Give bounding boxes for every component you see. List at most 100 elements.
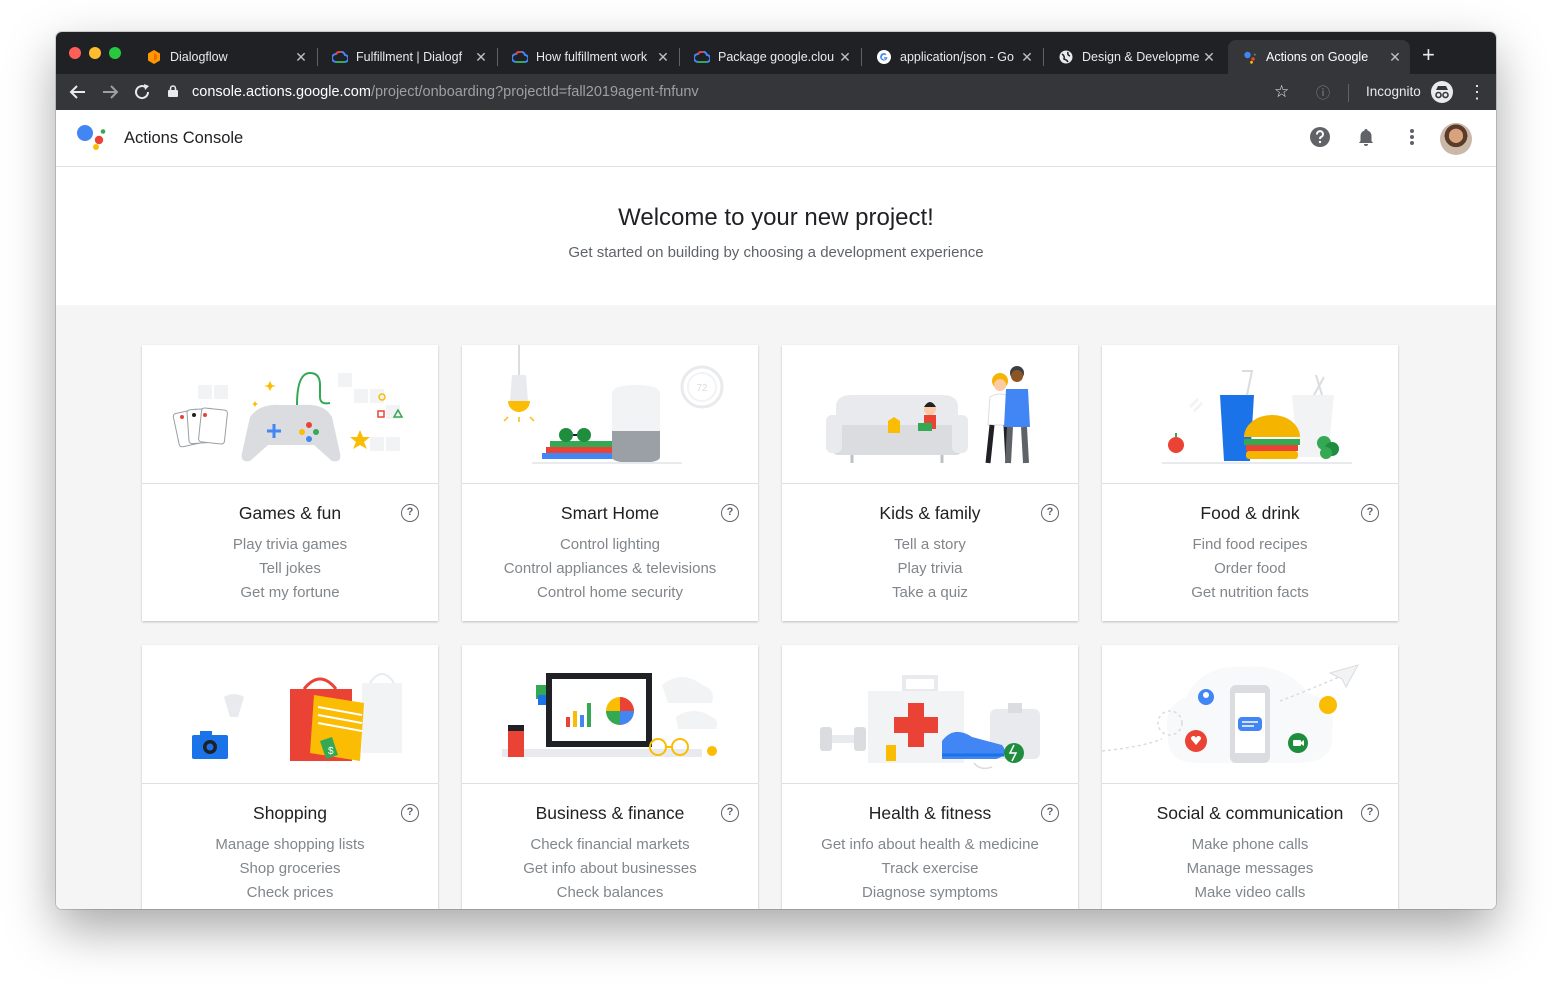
card-example: Track exercise xyxy=(881,860,979,877)
tab-how-fulfillment-works[interactable]: How fulfillment work ✕ xyxy=(498,40,678,74)
welcome-section: Welcome to your new project! Get started… xyxy=(56,167,1496,305)
help-circle-icon[interactable]: ? xyxy=(721,504,739,522)
card-example: Get nutrition facts xyxy=(1191,584,1309,601)
card-example: Get my fortune xyxy=(240,584,340,601)
help-circle-icon[interactable]: ? xyxy=(1041,504,1059,522)
card-example: Order food xyxy=(1214,560,1286,577)
tab-close-icon[interactable]: ✕ xyxy=(654,49,672,66)
card-title: Business & finance xyxy=(535,803,685,823)
social-illustration xyxy=(1101,645,1398,784)
bookmark-star-icon[interactable]: ☆ xyxy=(1274,82,1289,102)
tab-close-icon[interactable]: ✕ xyxy=(1018,49,1036,66)
tab-package-google-cloud[interactable]: Package google.clou ✕ xyxy=(680,40,860,74)
incognito-icon[interactable] xyxy=(1431,81,1453,103)
tab-strip: Dialogflow ✕ Fulfillment | Dialogf ✕ How… xyxy=(56,32,1496,74)
card-example: Tell a story xyxy=(894,536,966,553)
minimize-window-button[interactable] xyxy=(89,47,101,59)
tab-title: Design & Developme xyxy=(1082,50,1200,64)
card-example: Check balances xyxy=(556,884,664,901)
browser-toolbar: console.actions.google.com/project/onboa… xyxy=(56,74,1496,110)
arrow-right-icon xyxy=(103,85,119,99)
help-icon[interactable] xyxy=(1310,127,1330,147)
card-example: Take a quiz xyxy=(892,584,968,601)
zoom-window-button[interactable] xyxy=(109,47,121,59)
tab-fulfillment[interactable]: Fulfillment | Dialogf ✕ xyxy=(318,40,496,74)
card-example: Find food recipes xyxy=(1192,536,1308,553)
assistant-logo-icon xyxy=(77,125,106,150)
address-bar[interactable]: console.actions.google.com/project/onboa… xyxy=(168,78,1368,106)
help-circle-icon[interactable]: ? xyxy=(1041,804,1059,822)
more-options-icon[interactable] xyxy=(1402,127,1422,147)
welcome-subtitle: Get started on building by choosing a de… xyxy=(568,244,984,261)
browser-window: Dialogflow ✕ Fulfillment | Dialogf ✕ How… xyxy=(56,32,1496,909)
arrow-left-icon xyxy=(69,85,85,99)
tab-title: Package google.clou xyxy=(718,50,835,64)
help-circle-icon[interactable]: ? xyxy=(401,804,419,822)
tab-title: Fulfillment | Dialogf xyxy=(356,50,463,64)
card-title: Shopping xyxy=(253,803,327,823)
card-example: Play trivia xyxy=(897,560,963,577)
category-card-shopping[interactable]: $ Shopping ? Manage shopping lists Shop … xyxy=(142,645,438,909)
user-avatar[interactable] xyxy=(1440,123,1472,155)
card-example: Manage messages xyxy=(1186,860,1314,877)
app-header: Actions Console xyxy=(56,110,1496,167)
help-circle-icon[interactable]: ? xyxy=(401,504,419,522)
extension-icon[interactable]: ⓘ xyxy=(1316,83,1330,103)
back-button[interactable] xyxy=(67,81,89,103)
dialogflow-icon xyxy=(146,49,162,65)
assistant-icon xyxy=(1242,49,1258,65)
forward-button[interactable] xyxy=(99,81,121,103)
welcome-title: Welcome to your new project! xyxy=(618,204,934,231)
card-example: Control lighting xyxy=(559,536,661,553)
reload-icon xyxy=(135,84,150,100)
food-illustration xyxy=(1102,345,1398,484)
google-icon xyxy=(876,49,892,65)
card-example: Shop groceries xyxy=(239,860,341,877)
tab-actions-on-google[interactable]: Actions on Google ✕ xyxy=(1228,40,1410,74)
google-cloud-icon xyxy=(694,49,710,65)
card-example: Get info about health & medicine xyxy=(821,836,1039,853)
help-circle-icon[interactable]: ? xyxy=(1361,804,1379,822)
card-title: Games & fun xyxy=(238,503,342,523)
close-window-button[interactable] xyxy=(69,47,81,59)
tab-close-icon[interactable]: ✕ xyxy=(1386,49,1404,66)
category-card-smart-home[interactable]: 72 Smart Home ? Control lighting Control… xyxy=(462,345,758,621)
app-title: Actions Console xyxy=(124,129,244,147)
card-example: Control appliances & televisions xyxy=(503,560,717,577)
card-example: Play trivia games xyxy=(232,536,348,553)
help-circle-icon[interactable]: ? xyxy=(721,804,739,822)
tab-close-icon[interactable]: ✕ xyxy=(1200,49,1218,66)
health-illustration xyxy=(782,645,1078,784)
category-card-health[interactable]: Health & fitness ? Get info about health… xyxy=(782,645,1078,909)
category-card-kids[interactable]: Kids & family ? Tell a story Play trivia… xyxy=(782,345,1078,621)
card-example: Control home security xyxy=(537,584,683,601)
card-title: Social & communication xyxy=(1156,803,1344,823)
tab-application-json[interactable]: application/json - Go ✕ xyxy=(862,40,1042,74)
tab-close-icon[interactable]: ✕ xyxy=(472,49,490,66)
reload-button[interactable] xyxy=(131,81,153,103)
tab-title: How fulfillment work xyxy=(536,50,648,64)
help-circle-icon[interactable]: ? xyxy=(1361,504,1379,522)
kids-illustration xyxy=(782,345,1078,484)
category-card-games[interactable]: Games & fun ? Play trivia games Tell jok… xyxy=(142,345,438,621)
browser-menu-icon[interactable]: ⋮ xyxy=(1468,81,1486,103)
url-host: console.actions.google.com xyxy=(192,84,371,100)
shopping-illustration: $ xyxy=(142,645,438,784)
tab-title: Dialogflow xyxy=(170,50,228,64)
category-card-business[interactable]: Business & finance ? Check financial mar… xyxy=(462,645,758,909)
svg-text:72: 72 xyxy=(696,383,708,394)
tab-close-icon[interactable]: ✕ xyxy=(292,49,310,66)
card-title: Kids & family xyxy=(879,503,981,523)
card-example: Check prices xyxy=(246,884,334,901)
tab-close-icon[interactable]: ✕ xyxy=(836,49,854,66)
category-card-social[interactable]: Social & communication ? Make phone call… xyxy=(1101,645,1398,909)
notifications-bell-icon[interactable] xyxy=(1356,127,1376,147)
tab-design-development[interactable]: Design & Developme ✕ xyxy=(1044,40,1224,74)
card-title: Food & drink xyxy=(1200,503,1300,523)
tab-dialogflow[interactable]: Dialogflow ✕ xyxy=(132,40,316,74)
incognito-label: Incognito xyxy=(1366,84,1421,99)
card-example: Diagnose symptoms xyxy=(862,884,998,901)
new-tab-button[interactable]: + xyxy=(1422,44,1435,66)
category-grid: Games & fun ? Play trivia games Tell jok… xyxy=(56,305,1496,909)
category-card-food[interactable]: Food & drink ? Find food recipes Order f… xyxy=(1102,345,1398,621)
